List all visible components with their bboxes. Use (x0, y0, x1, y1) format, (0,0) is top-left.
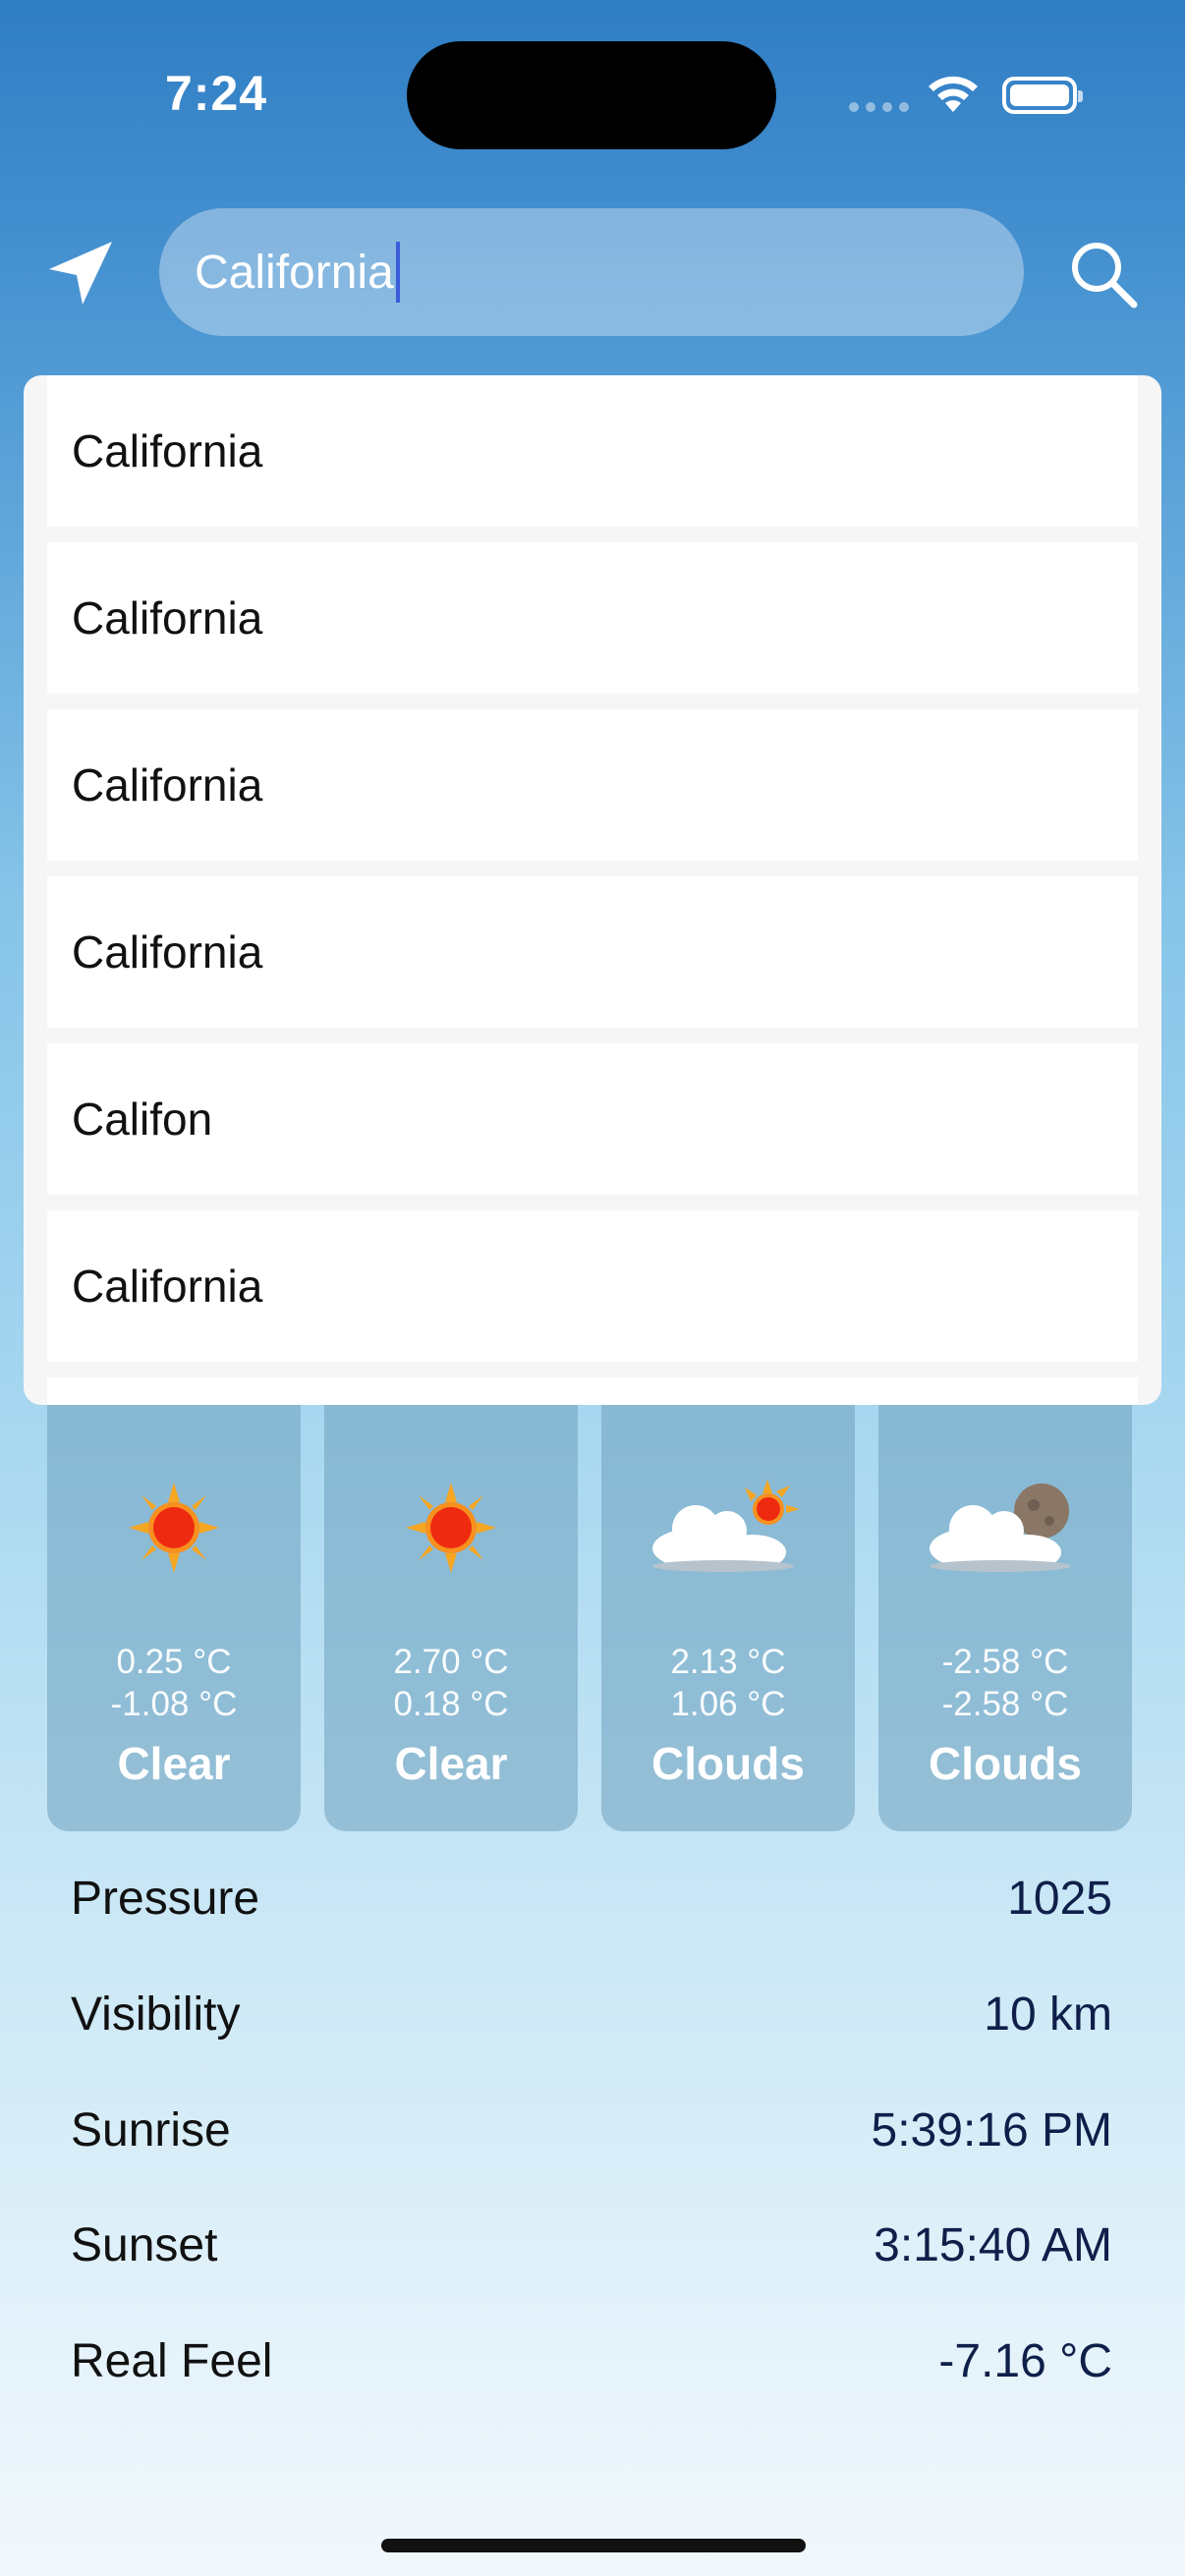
detail-row-sunset: Sunset 3:15:40 AM (71, 2211, 1112, 2279)
detail-value: 5:39:16 PM (871, 2103, 1112, 2156)
forecast-low: -2.58 °C (941, 1685, 1069, 1723)
detail-value: 10 km (984, 1988, 1112, 2041)
sun-icon (324, 1464, 578, 1592)
detail-label: Sunrise (71, 2103, 231, 2156)
detail-label: Visibility (71, 1988, 241, 2041)
search-input-value: California (195, 246, 394, 299)
suggestion-item[interactable]: California (47, 1210, 1138, 1362)
forecast-high: 2.70 °C (393, 1643, 509, 1681)
forecast-high: 0.25 °C (116, 1643, 232, 1681)
detail-label: Pressure (71, 1872, 260, 1925)
search-icon[interactable] (1067, 238, 1140, 310)
search-suggestions-dropdown[interactable]: California California California Califor… (24, 375, 1161, 1405)
forecast-condition: Clouds (929, 1738, 1082, 1789)
forecast-high: 2.13 °C (670, 1643, 786, 1681)
detail-row-visibility: Visibility 10 km (71, 1980, 1112, 2048)
forecast-condition: Clear (394, 1738, 508, 1789)
detail-row-sunrise: Sunrise 5:39:16 PM (71, 2096, 1112, 2164)
cloud-sun-icon (601, 1464, 855, 1592)
cellular-signal-icon (849, 102, 909, 112)
suggestion-item[interactable]: Califon (47, 1043, 1138, 1195)
forecast-low: -1.08 °C (110, 1685, 238, 1723)
forecast-condition: Clear (117, 1738, 231, 1789)
detail-label: Real Feel (71, 2334, 273, 2387)
forecast-card[interactable]: -2.58 °C -2.58 °C Clouds (878, 1395, 1132, 1831)
location-arrow-icon[interactable] (43, 236, 118, 310)
forecast-high: -2.58 °C (941, 1643, 1069, 1681)
suggestion-item[interactable]: California (47, 709, 1138, 861)
sun-icon (47, 1464, 301, 1592)
forecast-card[interactable]: 2.70 °C 0.18 °C Clear (324, 1395, 578, 1831)
forecast-condition: Clouds (651, 1738, 805, 1789)
battery-icon (1002, 77, 1083, 114)
forecast-low: 0.18 °C (393, 1685, 509, 1723)
detail-value: 3:15:40 AM (874, 2218, 1112, 2271)
status-time: 7:24 (165, 66, 268, 121)
suggestion-item[interactable]: California (47, 375, 1138, 527)
forecast-card[interactable]: 0.25 °C -1.08 °C Clear (47, 1395, 301, 1831)
detail-value: -7.16 °C (938, 2334, 1112, 2387)
detail-value: 1025 (1007, 1872, 1112, 1925)
wifi-icon (929, 76, 978, 112)
detail-label: Sunset (71, 2218, 218, 2271)
detail-row-pressure: Pressure 1025 (71, 1864, 1112, 1932)
suggestion-item-partial[interactable] (47, 1377, 1138, 1405)
detail-row-real-feel: Real Feel -7.16 °C (71, 2326, 1112, 2395)
forecast-card[interactable]: 2.13 °C 1.06 °C Clouds (601, 1395, 855, 1831)
cloud-moon-icon (878, 1464, 1132, 1592)
dynamic-island (407, 41, 776, 149)
suggestion-item[interactable]: California (47, 542, 1138, 694)
home-indicator[interactable] (381, 2539, 806, 2552)
text-caret (395, 242, 400, 303)
forecast-low: 1.06 °C (670, 1685, 786, 1723)
search-input[interactable]: California (159, 208, 1024, 336)
suggestion-item[interactable]: California (47, 876, 1138, 1028)
